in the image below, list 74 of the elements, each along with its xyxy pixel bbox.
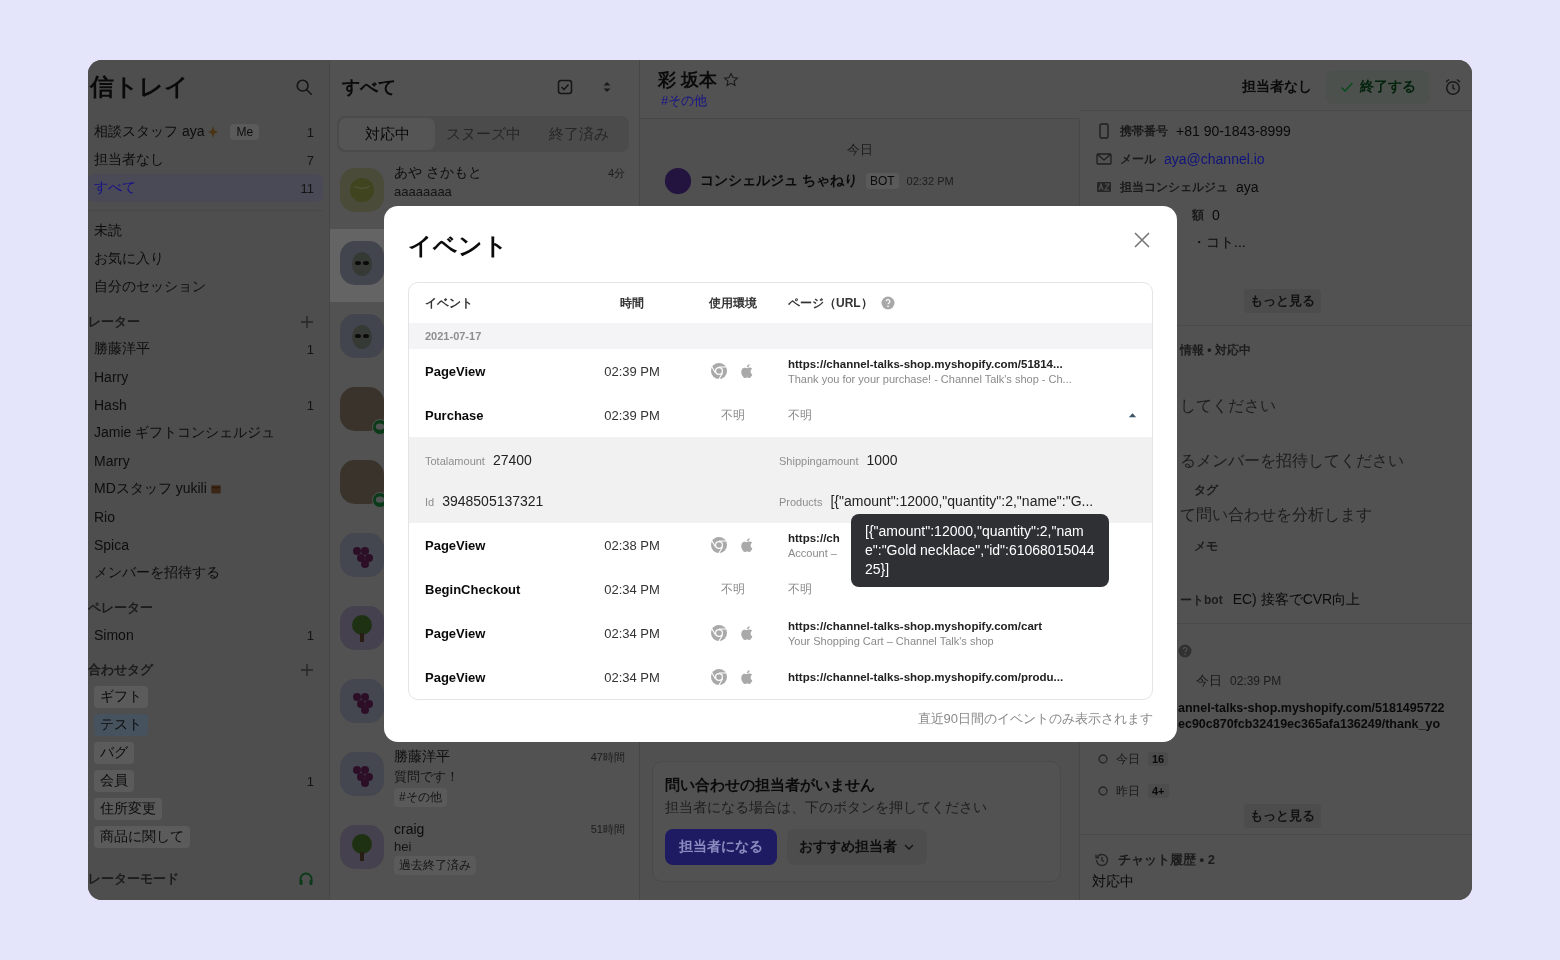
column-header: 時間	[620, 294, 644, 312]
event-time: 02:34 PM	[604, 625, 660, 641]
column-header: 使用環境	[709, 294, 757, 312]
event-time: 02:39 PM	[604, 363, 660, 379]
environment-text: 不明	[721, 580, 745, 598]
page-url: https://channel-talks-shop.myshopify.com/51814...	[788, 357, 1063, 370]
card-title: 問い合わせの担当者がいません	[665, 776, 876, 795]
unread-count: 1	[306, 124, 314, 140]
unread-count: 1	[306, 397, 314, 413]
visit-count: 4+	[1148, 784, 1169, 798]
sender-name: コンシェルジュ ちゃねり	[700, 172, 858, 190]
field-value: +81 90-1843-8999	[1176, 123, 1291, 139]
date-label: 2021-07-17	[425, 330, 482, 342]
event-time: 02:39 PM	[604, 407, 660, 423]
field-value: 0	[1212, 207, 1220, 223]
page-url: https://channel-talks-shop.myshopify.com/produ...	[788, 671, 1064, 683]
page-title: Account –	[788, 546, 837, 559]
property-value: [{"amount":12000,"quantity":2,"name":"G...	[830, 492, 1094, 509]
me-badge: Me	[230, 124, 260, 140]
event-name: BeginCheckout	[425, 581, 522, 597]
unread-count: 1	[306, 773, 314, 789]
environment-text: 不明	[721, 406, 745, 424]
footnote-text: 直近90日間のイベントのみ表示されます	[917, 710, 1153, 728]
contact-name: 勝藤洋平	[394, 748, 450, 766]
assignee-label: 担当者なし	[1242, 78, 1312, 96]
field-value: ・コト...	[1192, 234, 1246, 252]
property-value: 1000	[866, 451, 898, 468]
tag-chip: #その他	[394, 788, 447, 807]
unread-count: 11	[300, 180, 314, 196]
dialog-title: イベント	[408, 231, 508, 261]
property-label: Id	[425, 495, 435, 508]
contact-name: あや さかもと	[394, 164, 482, 182]
event-time: 02:34 PM	[604, 581, 660, 597]
message-preview: hei	[394, 839, 413, 854]
page-url: https://channel-talks-shop.myshopify.com/cart	[788, 619, 1043, 632]
event-name: PageView	[425, 363, 487, 379]
field-label: 担当コンシェルジュ	[1120, 178, 1228, 196]
list-title: すべて	[342, 76, 396, 99]
event-name: Purchase	[425, 407, 485, 423]
tooltip: [{"amount":12000,"quantity":2,"name":"Gold necklace","id":6106801504425}]	[851, 514, 1109, 587]
bot-badge: BOT	[865, 173, 899, 189]
property-label: Totalamount	[425, 454, 485, 467]
event-name: PageView	[425, 625, 487, 641]
column-header: イベント	[425, 294, 474, 312]
field-value: aya	[1236, 179, 1259, 195]
tag-chip: 過去終了済み	[394, 856, 476, 875]
property-label: Shippingamount	[779, 454, 859, 467]
field-label: メール	[1120, 150, 1156, 168]
contact-name: 彩 坂本	[658, 69, 717, 92]
page-text: 不明	[788, 406, 812, 424]
contact-name: craig	[394, 821, 425, 837]
url-text: ec90c870fcb32419ec365afa136249/thank_yo	[1178, 716, 1441, 732]
event-name: PageView	[425, 537, 487, 553]
property-value: 27400	[492, 451, 532, 468]
page-url: https://ch	[788, 531, 840, 544]
page-title: Thank you for your purchase! - Channel Talk's shop - Ch...	[788, 372, 1072, 385]
status-label: 対応中	[1092, 873, 1135, 891]
unread-count: 7	[306, 152, 314, 168]
property-value: 3948505137321	[442, 492, 544, 509]
page-text: 不明	[788, 580, 812, 598]
column-header: ページ（URL）	[788, 294, 873, 312]
unread-count: 1	[306, 627, 314, 643]
event-time: 02:34 PM	[604, 669, 660, 685]
inbox-title: 信トレイ	[90, 72, 189, 102]
field-label: 携帯番号	[1120, 122, 1168, 140]
event-name: PageView	[425, 669, 487, 685]
event-time: 02:38 PM	[604, 537, 660, 553]
url-text: annel-talks-shop.myshopify.com/5181495722	[1178, 700, 1446, 716]
page-title: Your Shopping Cart – Channel Talk's shop	[788, 634, 994, 647]
property-label: Products	[779, 495, 823, 508]
visit-count: 16	[1148, 752, 1169, 766]
field-label: 額	[1192, 206, 1204, 224]
message-preview: aaaaaaaa	[394, 184, 453, 199]
unread-count: 1	[306, 341, 314, 357]
